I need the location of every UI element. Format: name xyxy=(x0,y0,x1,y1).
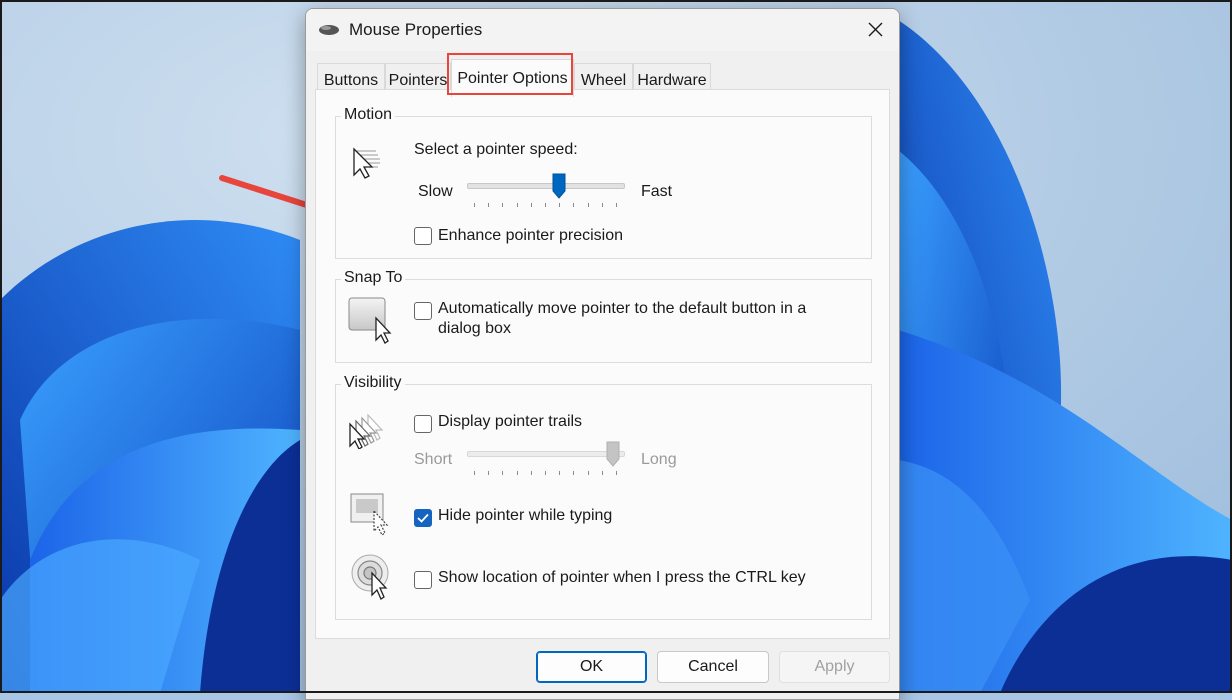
snap-to-button-icon xyxy=(348,297,392,344)
show-pointer-ctrl-checkbox[interactable] xyxy=(414,571,432,589)
auto-move-pointer-checkbox[interactable] xyxy=(414,302,432,320)
slider-tick xyxy=(601,203,603,207)
pointer-speed-slider-thumb[interactable] xyxy=(552,173,566,199)
pointer-trails-track[interactable] xyxy=(467,451,625,457)
fast-label: Fast xyxy=(641,183,673,200)
pointer-trails-icon xyxy=(349,413,384,449)
snap-to-group-label: Snap To xyxy=(341,269,406,287)
motion-group: Motion Select a pointer speed: Slow Fast… xyxy=(335,106,872,259)
slider-tick xyxy=(530,471,532,475)
pointer-speed-label: Select a pointer speed: xyxy=(414,141,578,158)
slider-tick xyxy=(516,471,518,475)
checkmark-icon xyxy=(417,513,429,523)
dialog-title: Mouse Properties xyxy=(349,20,483,39)
slider-tick xyxy=(601,471,603,475)
visibility-group-label: Visibility xyxy=(341,374,405,392)
ok-button[interactable]: OK xyxy=(536,651,647,683)
visibility-group: Visibility Display pointer trails Short … xyxy=(335,374,872,620)
cancel-button[interactable]: Cancel xyxy=(657,651,769,683)
auto-move-pointer-label-line2: dialog box xyxy=(438,320,511,337)
pointer-trails-label: Display pointer trails xyxy=(438,413,583,430)
slider-tick xyxy=(616,471,617,475)
hide-pointer-typing-icon xyxy=(350,493,389,536)
pointer-trails-ticks xyxy=(474,471,617,477)
long-label: Long xyxy=(641,451,677,468)
mouse-properties-dialog: Mouse Properties Buttons Pointers Pointe… xyxy=(305,8,900,700)
enhance-precision-label: Enhance pointer precision xyxy=(438,227,624,244)
close-button[interactable] xyxy=(851,9,899,51)
slider-tick xyxy=(573,471,575,475)
slow-label: Slow xyxy=(418,183,453,200)
enhance-precision-checkbox[interactable] xyxy=(414,227,432,245)
slider-tick xyxy=(474,471,475,475)
snap-to-group: Snap To Automatically move pointer to th… xyxy=(335,269,872,363)
pointer-speed-ticks xyxy=(474,203,617,209)
hide-pointer-typing-checkbox[interactable] xyxy=(414,509,432,527)
show-pointer-ctrl-label: Show location of pointer when I press th… xyxy=(438,569,806,586)
slider-tick xyxy=(488,203,490,207)
hide-pointer-typing-label: Hide pointer while typing xyxy=(438,507,613,524)
motion-group-label: Motion xyxy=(341,106,396,124)
slider-tick xyxy=(587,471,589,475)
mouse-icon xyxy=(319,25,339,35)
pointer-speed-icon xyxy=(353,147,380,179)
slider-tick xyxy=(545,203,546,207)
slider-tick xyxy=(616,203,617,207)
short-label: Short xyxy=(414,451,453,468)
close-icon xyxy=(868,22,883,37)
slider-tick xyxy=(530,203,532,207)
slider-tick xyxy=(474,203,475,207)
auto-move-pointer-label: Automatically move pointer to the defaul… xyxy=(438,300,807,317)
slider-tick xyxy=(516,203,518,207)
tab-highlight-box xyxy=(447,53,573,95)
slider-tick xyxy=(587,203,589,207)
slider-tick xyxy=(502,203,504,207)
slider-tick xyxy=(502,471,504,475)
slider-tick xyxy=(488,471,490,475)
slider-tick xyxy=(573,203,575,207)
pointer-location-icon xyxy=(351,554,389,600)
slider-tick xyxy=(545,471,546,475)
pointer-speed-track[interactable] xyxy=(467,183,625,189)
pointer-trails-checkbox[interactable] xyxy=(414,415,432,433)
slider-tick xyxy=(559,471,561,475)
pointer-trails-slider-thumb[interactable] xyxy=(606,441,620,467)
apply-button[interactable]: Apply xyxy=(779,651,890,683)
slider-tick xyxy=(559,203,561,207)
title-bar: Mouse Properties xyxy=(306,9,899,51)
tab-panel: Motion Select a pointer speed: Slow Fast… xyxy=(315,89,890,639)
